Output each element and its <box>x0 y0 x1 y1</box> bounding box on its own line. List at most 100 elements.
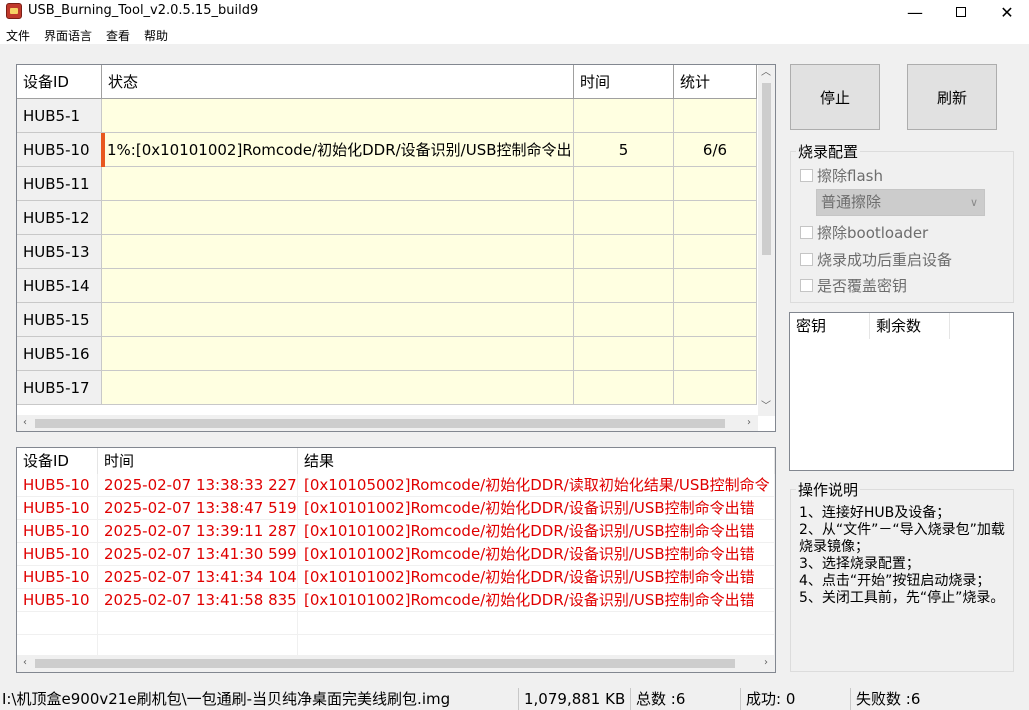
log-horizontal-scrollbar[interactable]: ‹ › <box>17 655 775 672</box>
log-list[interactable]: 设备ID 时间 结果 HUB5-10 2025-02-07 13:38:33 22… <box>16 447 776 673</box>
header-log-device-id[interactable]: 设备ID <box>17 448 98 474</box>
log-time-cell: 2025-02-07 13:41:34 104 <box>98 566 298 589</box>
scroll-right-icon[interactable]: › <box>741 415 757 431</box>
success-count: 成功: 0 <box>746 690 796 708</box>
minimize-icon: — <box>907 2 923 22</box>
key-list[interactable]: 密钥 剩余数 <box>789 312 1014 471</box>
log-row[interactable]: HUB5-10 2025-02-07 13:41:34 104 [0x1010100… <box>17 566 775 589</box>
stat-cell <box>674 167 757 201</box>
refresh-button[interactable]: 刷新 <box>907 64 997 130</box>
table-row[interactable]: HUB5-17 <box>17 371 757 405</box>
log-result-cell <box>298 612 775 635</box>
table-row[interactable]: HUB5-15 <box>17 303 757 337</box>
burn-config-title: 烧录配置 <box>796 141 861 162</box>
header-log-result[interactable]: 结果 <box>298 448 775 474</box>
chevron-down-icon: ∨ <box>969 196 978 209</box>
ops-line: 5、关闭工具前，先“停止”烧录。 <box>799 590 1005 606</box>
total-count: 总数 :6 <box>636 690 686 708</box>
ops-title: 操作说明 <box>796 479 861 500</box>
maximize-icon <box>956 7 966 17</box>
device-id-cell: HUB5-15 <box>17 303 102 337</box>
log-result-cell: [0x10101002]Romcode/初始化DDR/设备识别/USB控制命令出… <box>298 566 775 589</box>
table-row[interactable]: HUB5-12 <box>17 201 757 235</box>
time-cell <box>574 371 674 405</box>
log-row[interactable]: HUB5-10 2025-02-07 13:39:11 287 [0x1010100… <box>17 520 775 543</box>
ops-line: 1、连接好HUB及设备； <box>799 505 951 521</box>
ops-line: 2、从“文件”－“导入烧录包”加载烧录镜像； <box>799 522 1005 555</box>
close-icon: ✕ <box>1000 2 1014 22</box>
log-row[interactable]: HUB5-10 2025-02-07 13:38:47 519 [0x1010100… <box>17 497 775 520</box>
status-cell <box>102 167 574 201</box>
menu-bar: 文件 界面语言 查看 帮助 <box>0 24 1029 44</box>
log-row[interactable]: HUB5-10 2025-02-07 13:41:30 599 [0x1010100… <box>17 543 775 566</box>
overwrite-key-label: 是否覆盖密钥 <box>817 277 908 295</box>
stop-button[interactable]: 停止 <box>790 64 880 130</box>
header-device-id[interactable]: 设备ID <box>17 65 102 99</box>
failed-count: 失败数 :6 <box>856 690 921 708</box>
minimize-button[interactable]: — <box>892 0 938 24</box>
image-size: 1,079,881 KB <box>524 690 626 708</box>
menu-language[interactable]: 界面语言 <box>44 27 92 44</box>
log-row[interactable]: HUB5-10 2025-02-07 13:38:33 227 [0x1010500… <box>17 474 775 497</box>
overwrite-key-option[interactable]: 是否覆盖密钥 <box>800 275 907 296</box>
erase-bootloader-option[interactable]: 擦除bootloader <box>800 222 928 243</box>
header-remaining[interactable]: 剩余数 <box>870 313 950 339</box>
scroll-left-icon[interactable]: ‹ <box>17 415 33 431</box>
scroll-thumb[interactable] <box>35 419 725 428</box>
reboot-after-success-option[interactable]: 烧录成功后重启设备 <box>800 249 952 270</box>
close-button[interactable]: ✕ <box>984 0 1029 24</box>
log-row[interactable] <box>17 612 775 635</box>
table-row[interactable]: HUB5-13 <box>17 235 757 269</box>
erase-flash-checkbox[interactable] <box>800 169 813 182</box>
status-cell <box>102 337 574 371</box>
stat-cell <box>674 371 757 405</box>
log-device-id-cell: HUB5-10 <box>17 566 98 589</box>
grid-horizontal-scrollbar[interactable]: ‹ › <box>17 415 758 431</box>
scroll-thumb[interactable] <box>762 83 771 255</box>
time-cell <box>574 269 674 303</box>
header-status[interactable]: 状态 <box>102 65 574 99</box>
log-time-cell <box>98 612 298 635</box>
table-row[interactable]: HUB5-16 <box>17 337 757 371</box>
table-row[interactable]: HUB5-10 1%:[0x10101002]Romcode/初始化DDR/设备识… <box>17 133 757 167</box>
table-row[interactable]: HUB5-11 <box>17 167 757 201</box>
log-time-cell: 2025-02-07 13:39:11 287 <box>98 520 298 543</box>
log-time-cell: 2025-02-07 13:38:47 519 <box>98 497 298 520</box>
scroll-left-icon[interactable]: ‹ <box>17 655 33 671</box>
menu-file[interactable]: 文件 <box>6 27 30 44</box>
log-device-id-cell: HUB5-10 <box>17 497 98 520</box>
header-stat[interactable]: 统计 <box>674 65 757 99</box>
menu-view[interactable]: 查看 <box>106 27 130 44</box>
erase-flash-option[interactable]: 擦除flash <box>800 165 883 186</box>
maximize-button[interactable] <box>938 0 984 24</box>
header-key[interactable]: 密钥 <box>790 313 870 339</box>
scroll-thumb[interactable] <box>35 659 735 668</box>
device-id-cell: HUB5-17 <box>17 371 102 405</box>
erase-mode-select[interactable]: 普通擦除 ∨ <box>816 189 985 216</box>
erase-bootloader-checkbox[interactable] <box>800 226 813 239</box>
status-cell <box>102 269 574 303</box>
scroll-down-icon[interactable]: ﹀ <box>758 399 774 415</box>
table-row[interactable]: HUB5-1 <box>17 99 757 133</box>
grid-vertical-scrollbar[interactable]: ︿ ﹀ <box>758 65 775 416</box>
header-log-time[interactable]: 时间 <box>98 448 298 474</box>
time-cell <box>574 337 674 371</box>
reboot-after-success-label: 烧录成功后重启设备 <box>817 251 953 269</box>
header-time[interactable]: 时间 <box>574 65 674 99</box>
reboot-after-success-checkbox[interactable] <box>800 253 813 266</box>
ops-line: 3、选择烧录配置； <box>799 556 920 572</box>
time-cell <box>574 167 674 201</box>
device-id-cell: HUB5-14 <box>17 269 102 303</box>
table-row[interactable]: HUB5-14 <box>17 269 757 303</box>
menu-help[interactable]: 帮助 <box>144 27 168 44</box>
log-row[interactable]: HUB5-10 2025-02-07 13:41:58 835 [0x1010100… <box>17 589 775 612</box>
overwrite-key-checkbox[interactable] <box>800 279 813 292</box>
scroll-right-icon[interactable]: › <box>758 655 774 671</box>
status-cell: 1%:[0x10101002]Romcode/初始化DDR/设备识别/USB控制… <box>102 133 574 167</box>
device-id-cell: HUB5-10 <box>17 133 102 167</box>
stat-cell <box>674 99 757 133</box>
erase-flash-label: 擦除flash <box>817 167 883 185</box>
device-grid[interactable]: 设备ID 状态 时间 统计 HUB5-1 HUB5-10 1%:[0x1010100… <box>16 64 776 432</box>
stat-cell: 6/6 <box>674 133 757 167</box>
scroll-up-icon[interactable]: ︿ <box>758 65 774 81</box>
